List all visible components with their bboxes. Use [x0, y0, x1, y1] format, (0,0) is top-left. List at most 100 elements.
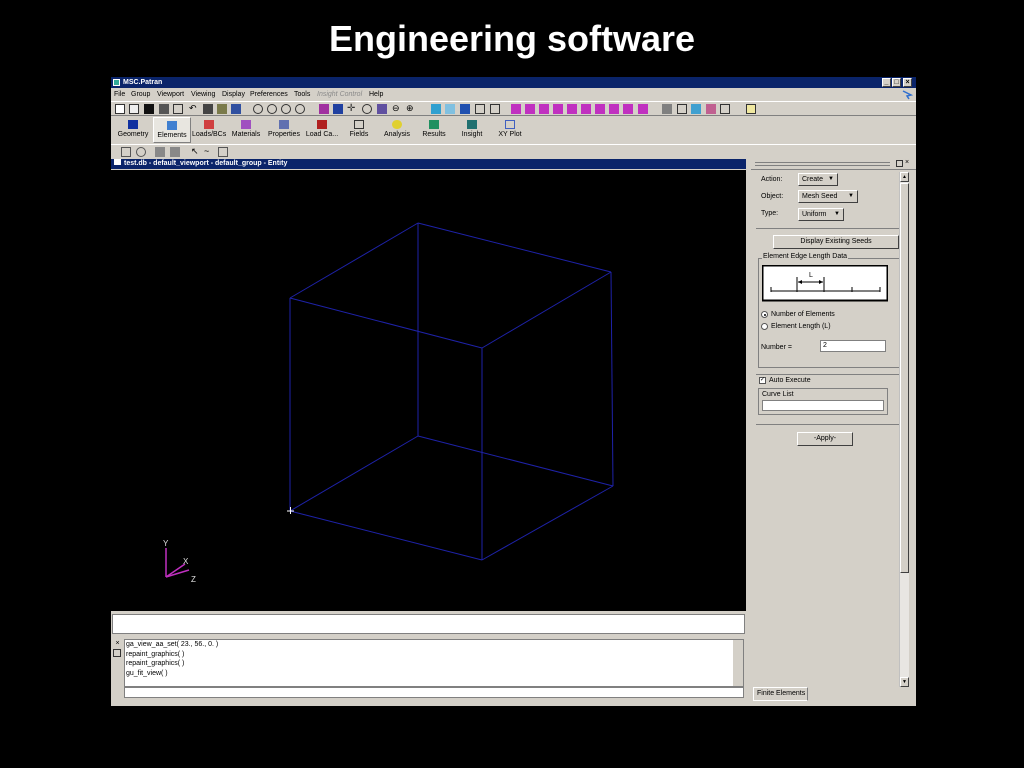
zoom-out-icon[interactable]: ⊖: [392, 104, 402, 114]
render-shaded-icon[interactable]: [706, 104, 716, 114]
paint-icon[interactable]: [217, 104, 227, 114]
reset-graphics-icon[interactable]: [231, 104, 241, 114]
radio-length-label: Element Length (L): [771, 323, 831, 330]
center-icon[interactable]: [362, 104, 372, 114]
tab-load-cases[interactable]: Load Ca...: [303, 117, 341, 143]
scroll-up-icon[interactable]: ▲: [900, 172, 909, 182]
tab-xy-plot[interactable]: XY Plot: [493, 117, 527, 143]
pointer-icon[interactable]: ↖: [191, 147, 201, 157]
finite-elements-tab[interactable]: Finite Elements: [753, 687, 808, 701]
tab-geometry[interactable]: Geometry: [114, 117, 152, 143]
type-label: Type:: [761, 210, 779, 217]
pick-box-icon[interactable]: [218, 147, 228, 157]
action-select[interactable]: Create ▼: [798, 173, 838, 186]
properties-icon: [279, 120, 289, 129]
history-window[interactable]: ga_view_aa_set( 23., 56., 0. ) repaint_g…: [124, 639, 744, 687]
print-icon[interactable]: [159, 104, 169, 114]
zoom-in-icon[interactable]: ⊕: [406, 104, 416, 114]
auto-execute-checkbox[interactable]: ✓: [759, 377, 766, 384]
label-toggle-icon-8[interactable]: [609, 104, 619, 114]
menu-viewport[interactable]: Viewport: [157, 91, 184, 98]
curve-list-input[interactable]: [762, 400, 884, 411]
label-toggle-icon-2[interactable]: [525, 104, 535, 114]
maximize-button[interactable]: □: [892, 78, 901, 87]
menu-file[interactable]: File: [114, 91, 125, 98]
help-arrow-icon[interactable]: [901, 89, 913, 100]
render-wire-icon[interactable]: [662, 104, 672, 114]
tab-insight[interactable]: Insight: [455, 117, 489, 143]
label-toggle-icon-5[interactable]: [567, 104, 577, 114]
side-view-icon[interactable]: [475, 104, 485, 114]
apply-button[interactable]: -Apply-: [797, 432, 853, 446]
spin-icon[interactable]: [295, 104, 305, 114]
history-scrollbar[interactable]: [733, 640, 743, 686]
label-toggle-icon-10[interactable]: [638, 104, 648, 114]
tab-loads-bcs[interactable]: Loads/BCs: [192, 117, 226, 143]
menu-viewing[interactable]: Viewing: [191, 91, 215, 98]
number-field[interactable]: 2: [820, 340, 886, 352]
panel-scrollbar[interactable]: ▲ ▼: [899, 172, 909, 687]
render-edges-icon[interactable]: [720, 104, 730, 114]
curve-icon[interactable]: ~: [204, 147, 214, 157]
menu-help[interactable]: Help: [369, 91, 383, 98]
label-toggle-icon-1[interactable]: [511, 104, 521, 114]
new-file-icon[interactable]: [115, 104, 125, 114]
pick-cycle-icon[interactable]: [136, 147, 146, 157]
graphics-viewport[interactable]: Y X Z: [111, 170, 746, 611]
menu-group[interactable]: Group: [131, 91, 150, 98]
label-toggle-icon-6[interactable]: [581, 104, 591, 114]
abort-icon[interactable]: [203, 104, 213, 114]
pick-poly-icon[interactable]: [170, 147, 180, 157]
pick-rect-icon[interactable]: [155, 147, 165, 157]
tab-properties[interactable]: Properties: [266, 117, 302, 143]
bottom-view-icon[interactable]: [490, 104, 500, 114]
view-cube-icon[interactable]: [319, 104, 329, 114]
tab-results[interactable]: Results: [417, 117, 451, 143]
tab-analysis[interactable]: Analysis: [379, 117, 415, 143]
save-icon[interactable]: [144, 104, 154, 114]
edge-length-l-label: L: [809, 272, 813, 279]
scroll-thumb[interactable]: [900, 183, 909, 573]
history-close-icon[interactable]: ×: [113, 640, 122, 649]
history-dock-icon[interactable]: [113, 649, 121, 657]
front-view-icon[interactable]: [445, 104, 455, 114]
scroll-down-icon[interactable]: ▼: [900, 677, 909, 687]
close-button[interactable]: ×: [903, 78, 912, 87]
move-icon[interactable]: ✛: [347, 104, 357, 114]
label-toggle-icon-9[interactable]: [623, 104, 633, 114]
minimize-button[interactable]: _: [882, 78, 891, 87]
refresh-icon[interactable]: [253, 104, 263, 114]
fit-view-icon[interactable]: [377, 104, 387, 114]
menu-insight-control[interactable]: Insight Control: [317, 91, 362, 98]
copy-icon[interactable]: [173, 104, 183, 114]
open-file-icon[interactable]: [129, 104, 139, 114]
display-existing-seeds-button[interactable]: Display Existing Seeds: [773, 235, 899, 249]
object-select[interactable]: Mesh Seed ▼: [798, 190, 858, 203]
radio-number-of-elements[interactable]: [761, 311, 768, 318]
command-line-input[interactable]: [112, 614, 745, 634]
render-smooth-icon[interactable]: [691, 104, 701, 114]
tab-elements[interactable]: Elements: [153, 117, 191, 143]
label-toggle-icon-7[interactable]: [595, 104, 605, 114]
history-input[interactable]: [124, 687, 744, 698]
top-view-icon[interactable]: [460, 104, 470, 114]
render-hidden-icon[interactable]: [677, 104, 687, 114]
app-window: MSC.Patran _ □ × File Group Viewport Vie…: [111, 77, 916, 706]
undo-icon[interactable]: ↶: [189, 104, 199, 114]
radio-element-length[interactable]: [761, 323, 768, 330]
label-toggle-icon-3[interactable]: [539, 104, 549, 114]
type-select[interactable]: Uniform ▼: [798, 208, 844, 221]
pan-icon[interactable]: [281, 104, 291, 114]
history-line: repaint_graphics( ): [126, 650, 185, 658]
menu-tools[interactable]: Tools: [294, 91, 310, 98]
label-toggle-icon-4[interactable]: [553, 104, 563, 114]
menu-preferences[interactable]: Preferences: [250, 91, 288, 98]
home-icon[interactable]: [746, 104, 756, 114]
menu-display[interactable]: Display: [222, 91, 245, 98]
rotate-icon[interactable]: [267, 104, 277, 114]
iso-view-icon[interactable]: [431, 104, 441, 114]
view-axes-icon[interactable]: [333, 104, 343, 114]
tab-materials[interactable]: Materials: [228, 117, 264, 143]
tab-fields[interactable]: Fields: [343, 117, 375, 143]
pick-filter-icon[interactable]: [121, 147, 131, 157]
